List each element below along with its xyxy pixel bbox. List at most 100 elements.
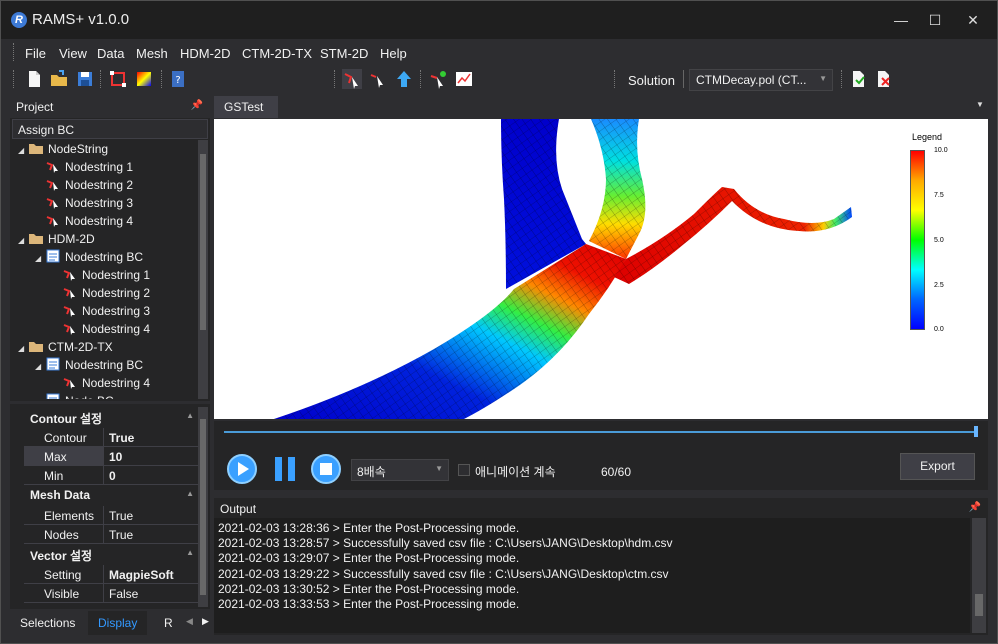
tree-item[interactable]: ◢ NodeString bbox=[18, 141, 108, 159]
mesh-viewport[interactable]: Legend 10.0 7.5 5.0 2.5 0.0 bbox=[214, 119, 988, 419]
continue-animation-checkbox[interactable] bbox=[458, 464, 470, 476]
properties-scrollbar-thumb[interactable] bbox=[200, 419, 206, 595]
mesh-data-category[interactable]: Mesh Data ▲ bbox=[10, 485, 198, 505]
tree-item[interactable]: Nodestring 1 bbox=[52, 267, 150, 285]
log-line: 2021-02-03 13:29:22 > Successfully saved… bbox=[218, 566, 669, 581]
play-icon[interactable] bbox=[226, 453, 258, 485]
tab-truncated[interactable]: R bbox=[152, 611, 176, 635]
prop-value[interactable]: 0 bbox=[105, 466, 198, 484]
contour-category[interactable]: Contour 설정 ▲ bbox=[10, 407, 198, 427]
timeline-slider-thumb[interactable] bbox=[974, 426, 978, 437]
help-book-icon[interactable]: ? bbox=[168, 69, 188, 89]
pause-icon[interactable] bbox=[269, 453, 301, 485]
tree-item[interactable]: ◢ Node BC bbox=[35, 393, 114, 399]
prop-value[interactable]: True bbox=[105, 428, 198, 446]
tab-selections[interactable]: Selections bbox=[10, 611, 86, 635]
menu-ctm-2d-tx[interactable]: CTM-2D-TX bbox=[242, 46, 312, 61]
maximize-button[interactable]: ☐ bbox=[915, 7, 955, 33]
prop-value[interactable]: MagpieSoft bbox=[105, 565, 198, 583]
prop-row-visible[interactable]: Visible False bbox=[24, 584, 198, 603]
tree-item[interactable]: ◢ Nodestring BC bbox=[35, 357, 143, 375]
output-log[interactable]: 2021-02-03 13:28:36 > Enter the Post-Pro… bbox=[214, 518, 970, 633]
tree-item-label: Nodestring 2 bbox=[82, 286, 151, 300]
expand-icon[interactable]: ◢ bbox=[18, 146, 28, 155]
pin-icon[interactable]: 📌 bbox=[191, 100, 203, 111]
solution-dropdown[interactable]: CTMDecay.pol (CT... ▼ bbox=[689, 69, 833, 91]
properties-scrollbar[interactable] bbox=[198, 407, 208, 607]
menu-stm-2d[interactable]: STM-2D bbox=[320, 46, 368, 61]
prop-value[interactable]: False bbox=[105, 584, 198, 602]
export-button[interactable]: Export bbox=[900, 453, 975, 480]
select-nodestring-icon[interactable] bbox=[342, 69, 362, 89]
menu-view[interactable]: View bbox=[59, 46, 87, 61]
expand-icon[interactable]: ◢ bbox=[18, 344, 28, 353]
tree-item[interactable]: Nodestring 4 bbox=[35, 213, 133, 231]
tree-item[interactable]: Nodestring 3 bbox=[35, 195, 133, 213]
tab-display[interactable]: Display bbox=[88, 611, 148, 635]
new-file-icon[interactable] bbox=[24, 69, 44, 89]
color-map-icon[interactable] bbox=[134, 69, 154, 89]
legend-tick: 10.0 bbox=[934, 147, 948, 154]
prop-row-max[interactable]: Max 10 bbox=[24, 447, 198, 466]
tree-item[interactable]: Nodestring 4 bbox=[52, 321, 150, 339]
menu-mesh[interactable]: Mesh bbox=[136, 46, 168, 61]
collapse-icon[interactable]: ▲ bbox=[186, 489, 194, 498]
pick-arrow-icon[interactable] bbox=[394, 69, 414, 89]
select-region-icon[interactable] bbox=[108, 69, 128, 89]
nodestring-icon bbox=[63, 270, 75, 281]
save-icon[interactable] bbox=[75, 69, 95, 89]
expand-icon[interactable]: ◢ bbox=[18, 236, 28, 245]
tree-scrollbar[interactable] bbox=[198, 140, 208, 399]
open-folder-icon[interactable] bbox=[49, 69, 69, 89]
tree-item[interactable]: Nodestring 2 bbox=[35, 177, 133, 195]
tree-item[interactable]: Nodestring 3 bbox=[52, 303, 150, 321]
add-node-icon[interactable] bbox=[428, 69, 448, 89]
prop-key: Nodes bbox=[24, 525, 104, 543]
tree-scrollbar-thumb[interactable] bbox=[200, 154, 206, 330]
prop-row-setting[interactable]: Setting MagpieSoft bbox=[24, 565, 198, 584]
tab-gstest[interactable]: GSTest bbox=[214, 96, 278, 118]
expand-icon[interactable]: ◢ bbox=[35, 362, 45, 371]
pick-node-icon[interactable] bbox=[368, 69, 388, 89]
tree-item[interactable]: ◢ Nodestring BC bbox=[35, 249, 143, 267]
line-chart-icon[interactable] bbox=[454, 69, 474, 89]
tree-item[interactable]: Nodestring 4 bbox=[52, 375, 150, 393]
project-panel-title: Project bbox=[16, 100, 54, 114]
load-solution-icon[interactable] bbox=[848, 69, 868, 89]
prop-value[interactable]: True bbox=[105, 525, 198, 543]
collapse-icon[interactable]: ▲ bbox=[186, 548, 194, 557]
prop-row-contour[interactable]: Contour True bbox=[24, 428, 198, 447]
menu-help[interactable]: Help bbox=[380, 46, 407, 61]
tree-item[interactable]: Nodestring 1 bbox=[35, 159, 133, 177]
playback-speed-select[interactable]: 8배속 ▼ bbox=[351, 459, 449, 481]
output-scrollbar[interactable] bbox=[972, 518, 986, 633]
menu-data[interactable]: Data bbox=[97, 46, 124, 61]
tree-item[interactable]: Nodestring 2 bbox=[52, 285, 150, 303]
folder-icon bbox=[29, 234, 43, 244]
vector-category[interactable]: Vector 설정 ▲ bbox=[10, 544, 198, 564]
toolbar-sep-6 bbox=[841, 70, 844, 88]
tree-item[interactable]: ◢ CTM-2D-TX bbox=[18, 339, 113, 357]
prop-value[interactable]: True bbox=[105, 506, 198, 524]
prop-row-nodes[interactable]: Nodes True bbox=[24, 525, 198, 544]
close-solution-icon[interactable] bbox=[873, 69, 893, 89]
prop-value[interactable]: 10 bbox=[105, 447, 198, 465]
menu-hdm-2d[interactable]: HDM-2D bbox=[180, 46, 231, 61]
close-button[interactable]: ✕ bbox=[953, 7, 993, 33]
tree-item[interactable]: ◢ HDM-2D bbox=[18, 231, 95, 249]
folder-icon bbox=[29, 144, 43, 154]
timeline-slider[interactable] bbox=[224, 431, 976, 433]
pin-icon[interactable]: 📌 bbox=[969, 502, 981, 513]
menu-file[interactable]: File bbox=[25, 46, 46, 61]
expand-icon[interactable]: ◢ bbox=[35, 398, 45, 399]
mesh-data-category-label: Mesh Data bbox=[30, 488, 91, 502]
assign-bc-header[interactable]: Assign BC bbox=[12, 119, 208, 139]
expand-icon[interactable]: ◢ bbox=[35, 254, 45, 263]
output-scrollbar-thumb[interactable] bbox=[975, 594, 983, 616]
prop-row-min[interactable]: Min 0 bbox=[24, 466, 198, 485]
tab-list-chevron-icon[interactable]: ▼ bbox=[976, 100, 984, 109]
prop-row-elements[interactable]: Elements True bbox=[24, 506, 198, 525]
collapse-icon[interactable]: ▲ bbox=[186, 411, 194, 420]
stop-icon[interactable] bbox=[310, 453, 342, 485]
mesh-render[interactable] bbox=[214, 119, 988, 419]
